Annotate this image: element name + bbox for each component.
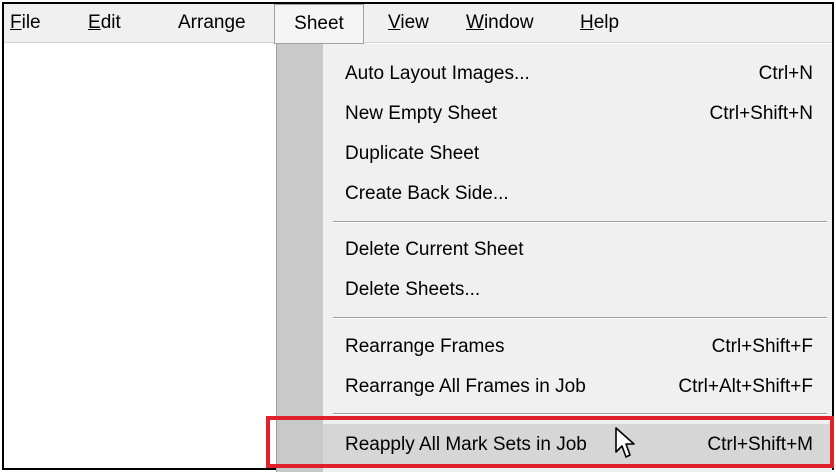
menu-item-new-empty-sheet[interactable]: New Empty Sheet Ctrl+Shift+N (323, 94, 833, 134)
menu-item-label: Auto Layout Images... (345, 63, 530, 84)
menu-file-rest: ile (21, 12, 41, 33)
menu-item-label: New Empty Sheet (345, 103, 498, 124)
mouse-pointer-icon (615, 427, 635, 458)
app-window: File Edit Arrange Sheet View Window Help… (2, 2, 834, 472)
menu-item-rearrange-frames[interactable]: Rearrange Frames Ctrl+Shift+F (323, 327, 833, 367)
menu-item-auto-layout-images[interactable]: Auto Layout Images... Ctrl+N (323, 54, 833, 94)
menu-item-duplicate-sheet[interactable]: Duplicate Sheet (323, 134, 833, 174)
menu-view-mnemonic: V (388, 12, 401, 33)
menu-help-rest: elp (593, 12, 620, 33)
menu-item-label: Rearrange Frames (345, 336, 505, 357)
menu-item-label: Duplicate Sheet (345, 143, 480, 164)
menu-window[interactable]: Window (466, 4, 534, 42)
menu-item-shortcut: Ctrl+N (758, 63, 813, 84)
menu-icon-gutter (277, 44, 323, 472)
menu-item-delete-current-sheet[interactable]: Delete Current Sheet (323, 230, 833, 270)
menu-item-delete-sheets[interactable]: Delete Sheets... (323, 270, 833, 310)
menu-window-rest: indow (483, 12, 534, 33)
menu-item-label: Create Back Side... (345, 183, 509, 204)
menu-sheet[interactable]: Sheet (274, 4, 364, 44)
menu-item-shortcut: Ctrl+Shift+F (711, 336, 813, 357)
menu-view[interactable]: View (388, 4, 429, 42)
menu-help[interactable]: Help (580, 4, 619, 42)
menu-item-create-back-side[interactable]: Create Back Side... (323, 174, 833, 214)
menu-edit-mnemonic: E (88, 12, 101, 33)
highlight-annotation (266, 416, 834, 468)
menu-item-shortcut: Ctrl+Alt+Shift+F (678, 376, 813, 397)
menu-bar: File Edit Arrange Sheet View Window Help (4, 4, 832, 44)
menu-item-label: Delete Current Sheet (345, 239, 524, 260)
sheet-dropdown-menu: Auto Layout Images... Ctrl+N New Empty S… (276, 44, 833, 472)
menu-separator (333, 413, 827, 415)
menu-separator (333, 317, 827, 319)
menu-arrange[interactable]: Arrange (178, 4, 246, 42)
menu-item-label: Rearrange All Frames in Job (345, 376, 586, 397)
menu-file-mnemonic: F (10, 12, 22, 33)
menu-help-mnemonic: H (580, 12, 594, 33)
menu-file[interactable]: File (10, 4, 41, 42)
menu-item-shortcut: Ctrl+Shift+N (709, 103, 813, 124)
menu-window-mnemonic: W (466, 12, 484, 33)
menu-edit[interactable]: Edit (88, 4, 121, 42)
menu-edit-rest: dit (100, 12, 121, 33)
menu-view-rest: iew (400, 12, 429, 33)
menu-separator (333, 221, 827, 223)
menu-item-label: Delete Sheets... (345, 279, 481, 300)
menu-item-rearrange-all-frames-in-job[interactable]: Rearrange All Frames in Job Ctrl+Alt+Shi… (323, 367, 833, 407)
